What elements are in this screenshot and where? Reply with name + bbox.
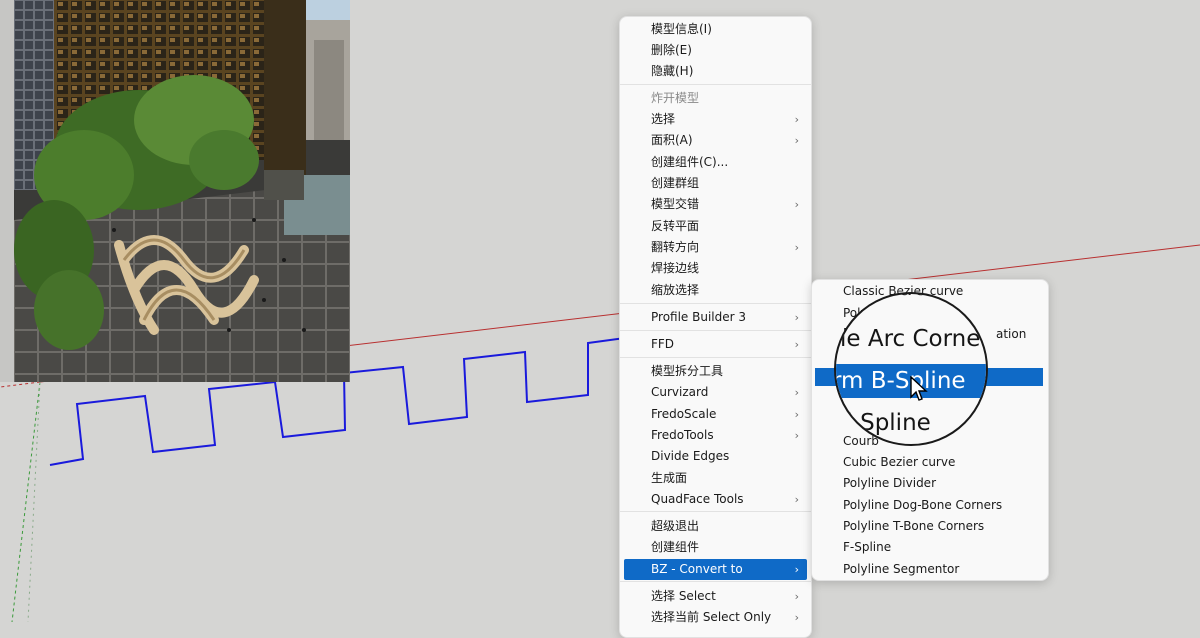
submenu-item-label: Polyline T-Bone Corners	[843, 519, 985, 533]
menu-item-label: 删除(E)	[651, 43, 692, 57]
submenu-item-label: Cubic Bezier curve	[843, 455, 956, 469]
chevron-right-icon: ›	[794, 408, 799, 421]
context-menu-item[interactable]: Divide Edges	[624, 446, 807, 467]
menu-item-label: 焊接边线	[651, 261, 700, 275]
context-menu-item[interactable]: 面积(A) ›	[624, 130, 807, 151]
context-menu-item[interactable]: 创建群组	[624, 173, 807, 194]
context-menu-item[interactable]: 生成面	[624, 468, 807, 489]
menu-item-label: FredoScale	[651, 407, 717, 421]
context-menu-item[interactable]: Profile Builder 3 ›	[624, 307, 807, 328]
context-menu-item[interactable]: Curvizard ›	[624, 382, 807, 403]
menu-separator	[620, 84, 811, 85]
menu-item-label: QuadFace Tools	[651, 492, 744, 506]
menu-item-label: 模型交错	[651, 197, 700, 211]
chevron-right-icon: ›	[794, 590, 799, 603]
menu-item-label: 面积(A)	[651, 133, 693, 147]
context-menu-item[interactable]: 模型信息(I)	[624, 19, 807, 40]
menu-item-label: FFD	[651, 337, 675, 351]
menu-item-label: 隐藏(H)	[651, 64, 694, 78]
submenu-item[interactable]: Polyline Segmentor	[816, 559, 1044, 580]
magnifier-lens: Divide le Arc Corner rm B-Spline ll Spli…	[834, 292, 988, 446]
magnifier-line: Divide	[836, 294, 986, 305]
menu-item-label: 缩放选择	[651, 283, 700, 297]
chevron-right-icon: ›	[794, 386, 799, 399]
context-menu-item[interactable]: 炸开模型	[624, 88, 807, 109]
context-menu-item[interactable]: 创建组件(C)...	[624, 152, 807, 173]
menu-item-label: Divide Edges	[651, 449, 730, 463]
courtyard-photo	[14, 0, 350, 382]
menu-separator	[620, 330, 811, 331]
magnifier-line: le Arc Corner	[840, 326, 988, 352]
context-menu-item[interactable]: FredoScale ›	[624, 404, 807, 425]
menu-item-label: FredoTools	[651, 428, 714, 442]
submenu-item[interactable]: Cubic Bezier curve	[816, 452, 1044, 473]
menu-item-label: 超级退出	[651, 519, 700, 533]
submenu-item[interactable]: Polyline T-Bone Corners	[816, 516, 1044, 537]
context-menu-item[interactable]: 隐藏(H)	[624, 61, 807, 82]
context-menu-item[interactable]: 翻转方向 ›	[624, 237, 807, 258]
menu-separator	[620, 357, 811, 358]
chevron-right-icon: ›	[794, 241, 799, 254]
context-menu: 模型信息(I) 删除(E) 隐藏(H) 炸开模型选择 › 面积(A) › 创建组件(C)...…	[619, 16, 812, 638]
menu-item-label: 创建组件(C)...	[651, 155, 729, 169]
menu-item-label: 炸开模型	[651, 91, 700, 105]
context-menu-item[interactable]: QuadFace Tools ›	[624, 489, 807, 510]
menu-item-label: 翻转方向	[651, 240, 700, 254]
menu-item-label: 创建组件	[651, 540, 700, 554]
context-menu-item[interactable]: 模型交错 ›	[624, 194, 807, 215]
mouse-cursor-icon	[910, 376, 928, 401]
context-menu-item[interactable]: 删除(E)	[624, 40, 807, 61]
menu-separator	[620, 511, 811, 512]
chevron-right-icon: ›	[794, 429, 799, 442]
green-axis	[11, 381, 41, 622]
submenu-item-label: Polyline Segmentor	[843, 562, 960, 576]
submenu-item-label: Polyline Dog-Bone Corners	[843, 498, 1003, 512]
menu-item-label: BZ - Convert to	[651, 562, 743, 576]
menu-item-label: Profile Builder 3	[651, 310, 747, 324]
context-menu-item[interactable]: 选择 Select ›	[624, 586, 807, 607]
menu-item-label: 选择	[651, 112, 676, 126]
context-menu-item[interactable]: 缩放选择	[624, 280, 807, 301]
context-menu-item[interactable]: 选择 ›	[624, 109, 807, 130]
menu-item-label: 生成面	[651, 471, 688, 485]
menu-separator	[620, 581, 811, 582]
context-menu-item[interactable]: 创建组件	[624, 537, 807, 558]
submenu-item-label: ation	[996, 327, 1027, 341]
magnifier-line: ll Spline	[840, 410, 931, 436]
context-menu-item[interactable]: 模型拆分工具	[624, 361, 807, 382]
menu-item-label: 模型拆分工具	[651, 364, 724, 378]
submenu-item-label: F-Spline	[843, 540, 892, 554]
menu-item-label: Curvizard	[651, 385, 709, 399]
submenu-item[interactable]: Polyline Divider	[816, 473, 1044, 494]
menu-item-label: 反转平面	[651, 219, 700, 233]
chevron-right-icon: ›	[794, 311, 799, 324]
chevron-right-icon: ›	[794, 113, 799, 126]
green-axis-guide	[27, 381, 41, 622]
menu-item-label: 选择 Select	[651, 589, 716, 603]
context-menu-item[interactable]: FFD ›	[624, 334, 807, 355]
context-menu-item[interactable]: 反转平面	[624, 216, 807, 237]
menu-item-label: 模型信息(I)	[651, 22, 712, 36]
photo-side-wall	[0, 0, 14, 382]
context-menu-item[interactable]: 选择当前 Select Only ›	[624, 607, 807, 628]
red-axis-negative	[0, 381, 41, 388]
context-menu-item[interactable]: FredoTools ›	[624, 425, 807, 446]
submenu-item-label: Polyline Divider	[843, 476, 936, 490]
menu-separator	[620, 303, 811, 304]
chevron-right-icon: ›	[794, 338, 799, 351]
menu-item-bz-convert-to[interactable]: BZ - Convert to ›	[624, 559, 807, 580]
context-menu-item[interactable]: 超级退出	[624, 516, 807, 537]
chevron-right-icon: ›	[794, 134, 799, 147]
chevron-right-icon: ›	[794, 198, 799, 211]
chevron-right-icon: ›	[794, 611, 799, 624]
submenu-item[interactable]: Polyline Dog-Bone Corners	[816, 495, 1044, 516]
context-menu-item[interactable]: 焊接边线	[624, 258, 807, 279]
menu-item-label: 创建群组	[651, 176, 700, 190]
submenu-item[interactable]: F-Spline	[816, 537, 1044, 558]
chevron-right-icon: ›	[794, 493, 799, 506]
chevron-right-icon: ›	[794, 563, 799, 576]
